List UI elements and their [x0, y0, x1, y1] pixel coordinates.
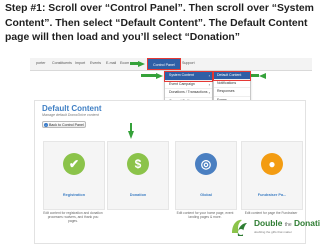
check-icon: ✔: [63, 153, 85, 175]
nav-item-ecom[interactable]: Ecom: [120, 61, 129, 65]
arrow-left-icon: ‹: [44, 123, 48, 127]
nav-item-constituents[interactable]: Constituents: [52, 61, 72, 65]
nav-item-control-panel[interactable]: Control Panel: [147, 58, 181, 70]
pointer-arrow-3: [259, 72, 266, 79]
pointer-arrow-1-stem: [130, 62, 138, 65]
nav-item-email[interactable]: E-mail: [106, 61, 116, 65]
chevron-right-icon: ›: [208, 73, 210, 78]
card-global[interactable]: ◎ Global: [175, 141, 237, 210]
page-title: Default Content: [42, 104, 102, 113]
logo-name: Double the Donation: [254, 218, 320, 228]
card-registration[interactable]: ✔ Registration: [43, 141, 105, 210]
card-donation[interactable]: $ Donation: [107, 141, 169, 210]
chevron-right-icon: ›: [208, 90, 210, 95]
logo-tagline: doubling the gifts that matter: [254, 230, 292, 234]
chevron-right-icon: ›: [208, 81, 210, 87]
user-icon: ●: [261, 153, 283, 175]
card-description: Edit content for registration and donati…: [43, 211, 103, 224]
pointer-arrow-2: [156, 72, 163, 79]
card-label: Global: [200, 193, 212, 197]
pointer-arrow-down: [128, 131, 134, 139]
card-description: Edit content for your home page, event l…: [176, 211, 234, 220]
logo-mark-icon: [232, 219, 247, 236]
top-navigation: porter Constituents Import Events E-mail…: [30, 58, 312, 71]
globe-icon: ◎: [195, 153, 217, 175]
card-label: Registration: [62, 193, 86, 197]
menu-item-donations-transactions[interactable]: Donations / Transactions ›: [165, 89, 212, 98]
pointer-arrow-2-stem: [141, 74, 156, 77]
pointer-arrow-3-stem: [250, 74, 259, 77]
menu-item-responses[interactable]: Responses: [214, 88, 250, 97]
menu-item-system-content[interactable]: System Content ›: [164, 71, 213, 82]
menu-item-notifications[interactable]: Notifications: [214, 80, 250, 89]
nav-item-import[interactable]: Import: [75, 61, 85, 65]
card-fundraiser[interactable]: ● Fundraiser Pa...: [241, 141, 303, 210]
menu-item-event-campaign[interactable]: Event Campaign ›: [165, 81, 212, 89]
page-subtitle: Manage default DonorDrive content: [42, 113, 99, 117]
double-the-donation-logo: Double the Donation doubling the gifts t…: [228, 215, 320, 241]
back-to-control-panel-button[interactable]: ‹ Back to Control Panel: [42, 121, 86, 128]
menu-item-default-content[interactable]: Default Content: [213, 70, 251, 82]
pointer-arrow-1: [138, 60, 145, 67]
card-label: Donation: [129, 193, 147, 197]
nav-item-support[interactable]: Support: [182, 61, 195, 65]
instruction-caption: Step #1: Scroll over “Control Panel”. Th…: [5, 3, 314, 44]
nav-item-events[interactable]: Events: [90, 61, 101, 65]
back-button-label: Back to Control Panel: [49, 123, 84, 127]
card-label: Fundraiser Pa...: [257, 193, 287, 197]
nav-item-porter[interactable]: porter: [36, 61, 45, 65]
dollar-icon: $: [127, 153, 149, 175]
